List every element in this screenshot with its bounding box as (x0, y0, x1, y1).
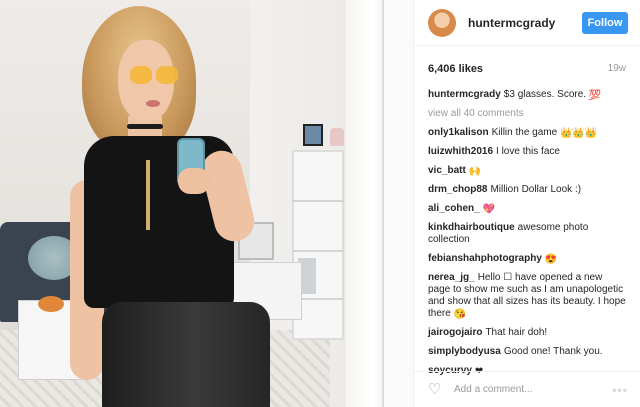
comment: febianshahphotography 😍 (428, 253, 626, 265)
comment-username[interactable]: febianshahphotography (428, 253, 542, 264)
likes-row: 6,406 likes 19w (414, 46, 640, 75)
shelf-board (292, 200, 344, 202)
picture-frame (303, 124, 323, 146)
hand (178, 168, 210, 194)
hundred-emoji: 💯 (588, 90, 602, 101)
comment-username[interactable]: kinkdhairboutique (428, 222, 515, 233)
comment: ali_cohen_ 💖 (428, 203, 626, 215)
comment-username[interactable]: only1kalison (428, 127, 489, 138)
comment-username[interactable]: vic_batt (428, 165, 466, 176)
shelf-board (292, 250, 344, 252)
heart-emoji: 💖 (482, 204, 496, 215)
avatar[interactable] (428, 8, 456, 37)
comment-thread: huntermcgrady $3 glasses. Score. 💯 view a… (414, 75, 640, 377)
caption: huntermcgrady $3 glasses. Score. 💯 (428, 89, 626, 101)
comment: jairogojairo That hair doh! (428, 327, 626, 339)
comment-input[interactable] (454, 384, 613, 395)
comment-username[interactable]: drm_chop88 (428, 184, 487, 195)
view-all-comments-link[interactable]: view all 40 comments (428, 108, 626, 120)
comment-text: I love this face (496, 146, 560, 157)
post-header: huntermcgrady Follow (414, 0, 640, 46)
post-sidebar: huntermcgrady Follow 6,406 likes 19w hun… (413, 0, 640, 407)
heart-outline-icon[interactable]: ♡ (428, 382, 444, 397)
comment-username[interactable]: ali_cohen_ (428, 203, 480, 214)
leggings (102, 302, 270, 407)
comment-text: That hair doh! (485, 327, 548, 338)
flowers (38, 296, 64, 312)
comment-text: Killin the game (491, 127, 558, 138)
post-age[interactable]: 19w (608, 63, 626, 75)
comment-text: Million Dollar Look :) (490, 184, 582, 195)
comment: drm_chop88 Million Dollar Look :) (428, 184, 626, 196)
kiss-emoji: 😘 (453, 309, 467, 320)
lips (146, 100, 160, 107)
caption-text: $3 glasses. Score. (503, 89, 587, 100)
comment: vic_batt 🙌 (428, 165, 626, 177)
comment-username[interactable]: luizwhith2016 (428, 146, 493, 157)
likes-count[interactable]: 6,406 likes (428, 63, 483, 75)
comment-username[interactable]: simplybodyusa (428, 346, 501, 357)
post-photo[interactable] (0, 0, 413, 407)
comment: nerea_jg_ Hello ☐ have opened a new page … (428, 272, 626, 320)
comment: simplybodyusa Good one! Thank you. (428, 346, 626, 358)
crown-emoji: 👑👑👑 (559, 128, 598, 139)
instagram-post: huntermcgrady Follow 6,406 likes 19w hun… (0, 0, 640, 407)
sunglasses-lens-left (130, 66, 152, 84)
caption-username[interactable]: huntermcgrady (428, 89, 501, 100)
comment: luizwhith2016 I love this face (428, 146, 626, 158)
follow-button[interactable]: Follow (582, 11, 628, 34)
raised-hands-emoji: 🙌 (468, 166, 482, 177)
comment-username[interactable]: nerea_jg_ (428, 272, 475, 283)
vase (330, 128, 344, 146)
window-frame (382, 0, 413, 407)
comment-username[interactable]: jairogojairo (428, 327, 482, 338)
comment: only1kalison Killin the game 👑👑👑 (428, 127, 626, 139)
comment-text: Good one! Thank you. (503, 346, 603, 357)
comment-composer: ♡ ◦◦◦ (414, 371, 640, 407)
more-options-icon[interactable]: ◦◦◦ (612, 383, 628, 397)
choker (127, 124, 163, 129)
header-username[interactable]: huntermcgrady (468, 16, 582, 30)
sunglasses-lens-right (156, 66, 178, 84)
comment: kinkdhairboutique awesome photo collectio… (428, 222, 626, 246)
heart-eyes-emoji: 😍 (544, 254, 558, 265)
necklace (146, 160, 150, 230)
